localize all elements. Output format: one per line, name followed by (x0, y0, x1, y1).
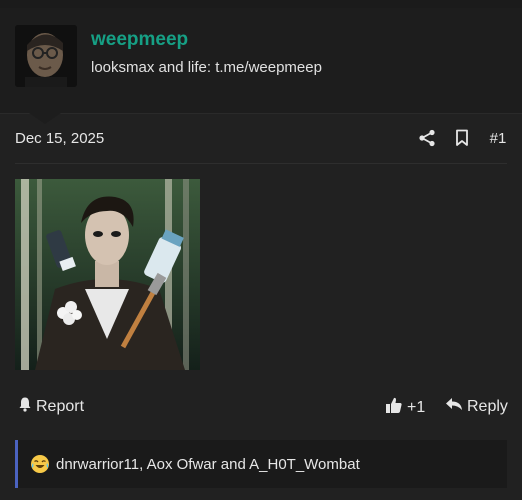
user-bio: looksmax and life: t.me/weepmeep (91, 59, 322, 76)
reaction-users[interactable]: dnrwarrior11, Aox Ofwar and A_H0T_Wombat (56, 456, 360, 473)
post-date[interactable]: Dec 15, 2025 (15, 130, 104, 147)
header-pointer (29, 113, 61, 124)
post-image[interactable] (15, 179, 200, 370)
reply-label: Reply (467, 397, 508, 415)
bell-icon (17, 396, 33, 417)
user-header: weepmeep looksmax and life: t.me/weepmee… (0, 8, 522, 114)
reply-arrow-icon (445, 396, 463, 417)
share-icon[interactable] (416, 126, 438, 150)
username[interactable]: weepmeep (91, 29, 188, 51)
report-label: Report (36, 397, 85, 415)
post-divider (15, 163, 507, 164)
post-number[interactable]: #1 (486, 126, 510, 150)
report-button[interactable]: Report (17, 396, 84, 417)
like-button[interactable]: +1 (385, 396, 425, 419)
top-strip (0, 0, 522, 8)
reply-button[interactable]: Reply (445, 396, 508, 417)
bookmark-icon[interactable] (452, 126, 472, 150)
crying-laughing-icon (30, 454, 50, 474)
post-meta-bar: Dec 15, 2025 #1 (0, 126, 522, 150)
thumbs-up-icon (385, 396, 403, 419)
reactions-bar: dnrwarrior11, Aox Ofwar and A_H0T_Wombat (15, 440, 507, 488)
post-actions: Report +1 Reply (0, 394, 522, 422)
user-avatar[interactable] (15, 25, 77, 87)
like-count: +1 (407, 398, 426, 416)
